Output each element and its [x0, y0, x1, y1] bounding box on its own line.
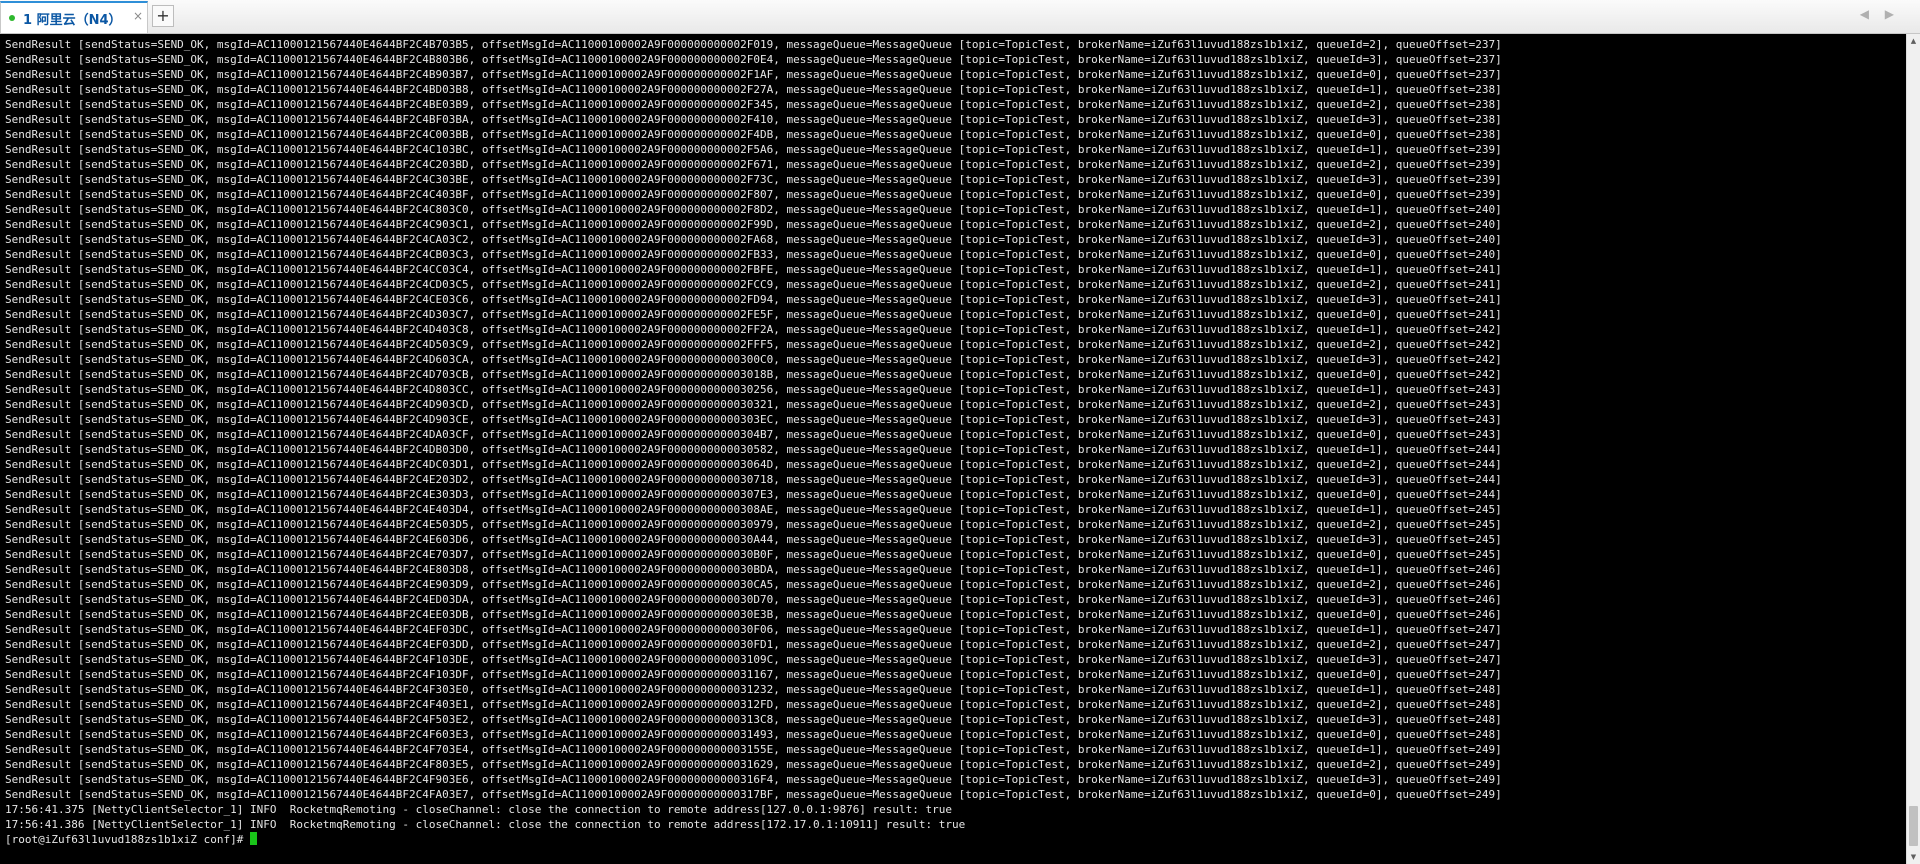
terminal-output[interactable]: SendResult [sendStatus=SEND_OK, msgId=AC…: [0, 34, 1906, 864]
terminal-line: 17:56:41.386 [NettyClientSelector_1] INF…: [5, 818, 966, 831]
terminal-line: SendResult [sendStatus=SEND_OK, msgId=AC…: [5, 548, 1502, 561]
terminal-line: SendResult [sendStatus=SEND_OK, msgId=AC…: [5, 398, 1502, 411]
terminal-line: SendResult [sendStatus=SEND_OK, msgId=AC…: [5, 113, 1502, 126]
terminal-line: SendResult [sendStatus=SEND_OK, msgId=AC…: [5, 68, 1502, 81]
terminal-line: SendResult [sendStatus=SEND_OK, msgId=AC…: [5, 203, 1502, 216]
terminal-line: SendResult [sendStatus=SEND_OK, msgId=AC…: [5, 458, 1502, 471]
vertical-scrollbar[interactable]: ▲ ▼: [1906, 34, 1920, 864]
terminal-line: SendResult [sendStatus=SEND_OK, msgId=AC…: [5, 713, 1502, 726]
terminal-line: SendResult [sendStatus=SEND_OK, msgId=AC…: [5, 473, 1502, 486]
text-cursor: [250, 832, 258, 845]
terminal-line: SendResult [sendStatus=SEND_OK, msgId=AC…: [5, 488, 1502, 501]
terminal-line: SendResult [sendStatus=SEND_OK, msgId=AC…: [5, 668, 1502, 681]
terminal-line: SendResult [sendStatus=SEND_OK, msgId=AC…: [5, 233, 1502, 246]
terminal-line: SendResult [sendStatus=SEND_OK, msgId=AC…: [5, 593, 1502, 606]
terminal-line: SendResult [sendStatus=SEND_OK, msgId=AC…: [5, 413, 1502, 426]
terminal-line: SendResult [sendStatus=SEND_OK, msgId=AC…: [5, 53, 1502, 66]
terminal-line: SendResult [sendStatus=SEND_OK, msgId=AC…: [5, 143, 1502, 156]
terminal-line: SendResult [sendStatus=SEND_OK, msgId=AC…: [5, 248, 1502, 261]
terminal-line: SendResult [sendStatus=SEND_OK, msgId=AC…: [5, 323, 1502, 336]
terminal-line: SendResult [sendStatus=SEND_OK, msgId=AC…: [5, 218, 1502, 231]
terminal-line: SendResult [sendStatus=SEND_OK, msgId=AC…: [5, 83, 1502, 96]
scrollbar-thumb[interactable]: [1909, 806, 1918, 846]
terminal-line: SendResult [sendStatus=SEND_OK, msgId=AC…: [5, 368, 1502, 381]
terminal-line: SendResult [sendStatus=SEND_OK, msgId=AC…: [5, 263, 1502, 276]
terminal-line: SendResult [sendStatus=SEND_OK, msgId=AC…: [5, 128, 1502, 141]
terminal-lines: SendResult [sendStatus=SEND_OK, msgId=AC…: [5, 37, 1906, 832]
terminal-line: SendResult [sendStatus=SEND_OK, msgId=AC…: [5, 428, 1502, 441]
terminal-line: SendResult [sendStatus=SEND_OK, msgId=AC…: [5, 698, 1502, 711]
tab-scroll-arrows-icon[interactable]: ◀ ▶: [1860, 7, 1900, 21]
tab-bar: 1 阿里云（N4） × + ◀ ▶: [0, 0, 1920, 34]
shell-prompt-line[interactable]: [root@iZuf63l1uvud188zs1b1xiZ conf]#: [5, 832, 1906, 847]
terminal-line: SendResult [sendStatus=SEND_OK, msgId=AC…: [5, 578, 1502, 591]
scroll-up-icon[interactable]: ▲: [1907, 34, 1920, 48]
terminal-line: SendResult [sendStatus=SEND_OK, msgId=AC…: [5, 608, 1502, 621]
terminal-line: SendResult [sendStatus=SEND_OK, msgId=AC…: [5, 758, 1502, 771]
terminal-line: SendResult [sendStatus=SEND_OK, msgId=AC…: [5, 353, 1502, 366]
terminal-line: SendResult [sendStatus=SEND_OK, msgId=AC…: [5, 788, 1502, 801]
terminal-line: SendResult [sendStatus=SEND_OK, msgId=AC…: [5, 683, 1502, 696]
terminal-line: SendResult [sendStatus=SEND_OK, msgId=AC…: [5, 293, 1502, 306]
terminal-line: SendResult [sendStatus=SEND_OK, msgId=AC…: [5, 773, 1502, 786]
terminal-line: SendResult [sendStatus=SEND_OK, msgId=AC…: [5, 308, 1502, 321]
terminal-line: SendResult [sendStatus=SEND_OK, msgId=AC…: [5, 743, 1502, 756]
shell-prompt: [root@iZuf63l1uvud188zs1b1xiZ conf]#: [5, 833, 251, 846]
terminal-line: SendResult [sendStatus=SEND_OK, msgId=AC…: [5, 728, 1502, 741]
terminal-line: SendResult [sendStatus=SEND_OK, msgId=AC…: [5, 173, 1502, 186]
terminal-line: SendResult [sendStatus=SEND_OK, msgId=AC…: [5, 533, 1502, 546]
close-icon[interactable]: ×: [133, 9, 143, 23]
terminal-line: SendResult [sendStatus=SEND_OK, msgId=AC…: [5, 503, 1502, 516]
terminal-line: SendResult [sendStatus=SEND_OK, msgId=AC…: [5, 443, 1502, 456]
terminal-line: SendResult [sendStatus=SEND_OK, msgId=AC…: [5, 38, 1502, 51]
terminal-line: SendResult [sendStatus=SEND_OK, msgId=AC…: [5, 188, 1502, 201]
new-tab-button[interactable]: +: [152, 5, 174, 27]
terminal-line: SendResult [sendStatus=SEND_OK, msgId=AC…: [5, 98, 1502, 111]
terminal-line: SendResult [sendStatus=SEND_OK, msgId=AC…: [5, 338, 1502, 351]
terminal-line: 17:56:41.375 [NettyClientSelector_1] INF…: [5, 803, 953, 816]
terminal-line: SendResult [sendStatus=SEND_OK, msgId=AC…: [5, 638, 1502, 651]
terminal-line: SendResult [sendStatus=SEND_OK, msgId=AC…: [5, 158, 1502, 171]
tab-aliyun-n4[interactable]: 1 阿里云（N4） ×: [0, 1, 148, 33]
terminal-line: SendResult [sendStatus=SEND_OK, msgId=AC…: [5, 563, 1502, 576]
terminal-line: SendResult [sendStatus=SEND_OK, msgId=AC…: [5, 623, 1502, 636]
terminal-line: SendResult [sendStatus=SEND_OK, msgId=AC…: [5, 518, 1502, 531]
terminal-line: SendResult [sendStatus=SEND_OK, msgId=AC…: [5, 383, 1502, 396]
connection-status-icon: [9, 15, 15, 21]
terminal-line: SendResult [sendStatus=SEND_OK, msgId=AC…: [5, 653, 1502, 666]
scroll-down-icon[interactable]: ▼: [1907, 850, 1920, 864]
tab-title: 1 阿里云（N4）: [23, 13, 122, 28]
terminal-line: SendResult [sendStatus=SEND_OK, msgId=AC…: [5, 278, 1502, 291]
